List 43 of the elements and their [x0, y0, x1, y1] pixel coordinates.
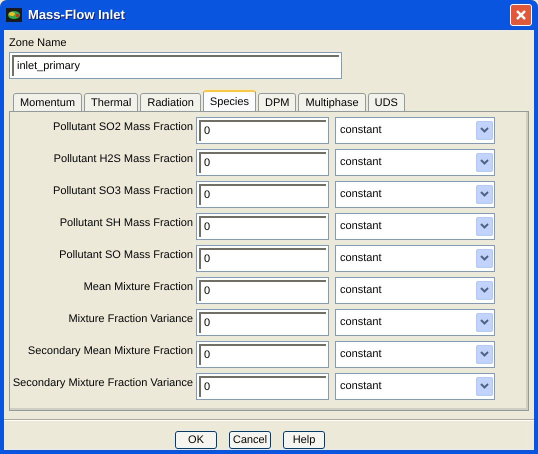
zone-name-label: Zone Name	[9, 36, 68, 51]
dialog-button[interactable]: OK	[175, 430, 217, 448]
method-dropdown[interactable]: constant	[335, 340, 495, 368]
dialog-button[interactable]: Cancel	[229, 430, 271, 448]
field-label: Secondary Mixture Fraction Variance	[12, 376, 193, 390]
value-field[interactable]: 0	[196, 340, 329, 368]
method-dropdown[interactable]: constant	[335, 148, 495, 176]
method-dropdown[interactable]: constant	[335, 276, 495, 304]
zone-name-field[interactable]: inlet_primary	[9, 52, 342, 78]
tab[interactable]: Radiation	[140, 92, 201, 110]
field-label: Pollutant SO3 Mass Fraction	[52, 184, 193, 198]
method-dropdown[interactable]: constant	[335, 116, 495, 144]
app-icon	[6, 8, 22, 22]
value-field[interactable]: 0	[196, 276, 329, 304]
field-label: Mean Mixture Fraction	[82, 280, 193, 294]
field-label: Pollutant H2S Mass Fraction	[52, 152, 193, 166]
field-label: Secondary Mean Mixture Fraction	[26, 344, 193, 358]
value-field[interactable]: 0	[196, 308, 329, 336]
close-icon	[515, 9, 527, 21]
tab[interactable]: DPM	[258, 92, 296, 110]
value-field[interactable]: 0	[196, 212, 329, 240]
value-field[interactable]: 0	[196, 116, 329, 144]
dialog-button[interactable]: Help	[283, 430, 325, 448]
tab[interactable]: UDS	[368, 92, 405, 110]
value-field[interactable]: 0	[196, 148, 329, 176]
field-label: Pollutant SO Mass Fraction	[58, 248, 193, 262]
value-field[interactable]: 0	[196, 180, 329, 208]
method-dropdown[interactable]: constant	[335, 180, 495, 208]
tab[interactable]: Species	[202, 90, 256, 110]
value-field[interactable]: 0	[196, 244, 329, 272]
tab[interactable]: Thermal	[84, 92, 138, 110]
field-label: Pollutant SO2 Mass Fraction	[52, 120, 193, 134]
method-dropdown[interactable]: constant	[335, 372, 495, 400]
field-label: Mixture Fraction Variance	[67, 312, 193, 326]
value-field[interactable]: 0	[196, 372, 329, 400]
method-dropdown[interactable]: constant	[335, 308, 495, 336]
tab[interactable]: Multiphase	[298, 92, 366, 110]
field-label: Pollutant SH Mass Fraction	[58, 216, 193, 230]
method-dropdown[interactable]: constant	[335, 212, 495, 240]
tab[interactable]: Momentum	[13, 92, 82, 110]
method-dropdown[interactable]: constant	[335, 244, 495, 272]
window-title: Mass-Flow Inlet	[28, 6, 126, 24]
close-button[interactable]	[510, 4, 532, 26]
